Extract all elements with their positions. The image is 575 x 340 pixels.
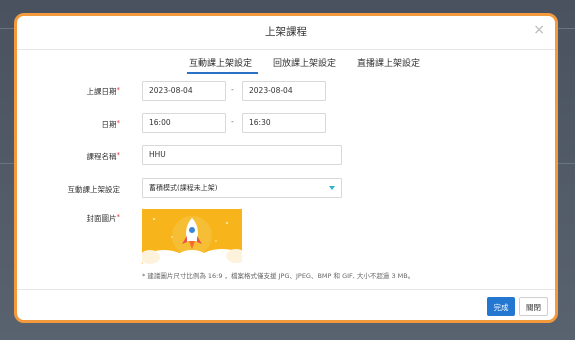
confirm-button[interactable]: 完成 — [487, 297, 515, 316]
upload-hint: * 建議圖片尺寸比例為 16:9 ，檔案格式僅支援 JPG、JPEG、BMP 和… — [142, 272, 415, 280]
course-publish-modal: 上架課程 × 互動課上架設定 回放課上架設定 直播課上架設定 上課日期* 202… — [14, 13, 558, 323]
interactive-setting-label: 互動課上架設定 — [67, 185, 121, 194]
required-mark: * — [116, 86, 121, 94]
course-name-label: 課程名稱* — [86, 151, 121, 161]
select-value: 蓄積模式(課程未上架) — [149, 184, 218, 192]
time-label: 日期* — [101, 119, 121, 129]
tab-interactive-course[interactable]: 互動課上架設定 — [187, 56, 258, 74]
close-icon[interactable]: × — [533, 21, 545, 39]
date-start-input[interactable]: 2023-08-04 — [142, 81, 226, 101]
chevron-down-icon — [329, 186, 335, 190]
tab-label: 直播課上架設定 — [357, 59, 421, 69]
time-start-input[interactable]: 16:00 — [142, 113, 226, 133]
tab-label: 回放課上架設定 — [273, 59, 337, 69]
modal-header: 上架課程 × — [17, 16, 555, 50]
footer-divider — [17, 289, 555, 290]
tab-label: 互動課上架設定 — [189, 59, 253, 69]
course-name-input[interactable]: HHU — [142, 145, 342, 165]
cover-image-label: 封面圖片* — [86, 213, 121, 223]
date-label: 上課日期* — [86, 86, 121, 96]
cover-image-upload[interactable] — [142, 209, 242, 264]
date-end-input[interactable]: 2023-08-04 — [242, 81, 326, 101]
required-mark: * — [116, 119, 121, 127]
active-tab-indicator — [187, 72, 258, 74]
tab-replay-course[interactable]: 回放課上架設定 — [273, 56, 336, 69]
required-mark: * — [116, 213, 121, 221]
time-end-input[interactable]: 16:30 — [242, 113, 326, 133]
modal-title: 上架課程 — [265, 26, 307, 38]
range-separator: - — [231, 117, 234, 126]
close-button[interactable]: 關閉 — [519, 297, 548, 316]
range-separator: - — [231, 85, 234, 94]
rocket-icon — [142, 209, 242, 264]
tab-live-course[interactable]: 直播課上架設定 — [357, 56, 420, 69]
interactive-setting-select[interactable]: 蓄積模式(課程未上架) — [142, 178, 342, 198]
required-mark: * — [116, 151, 121, 159]
